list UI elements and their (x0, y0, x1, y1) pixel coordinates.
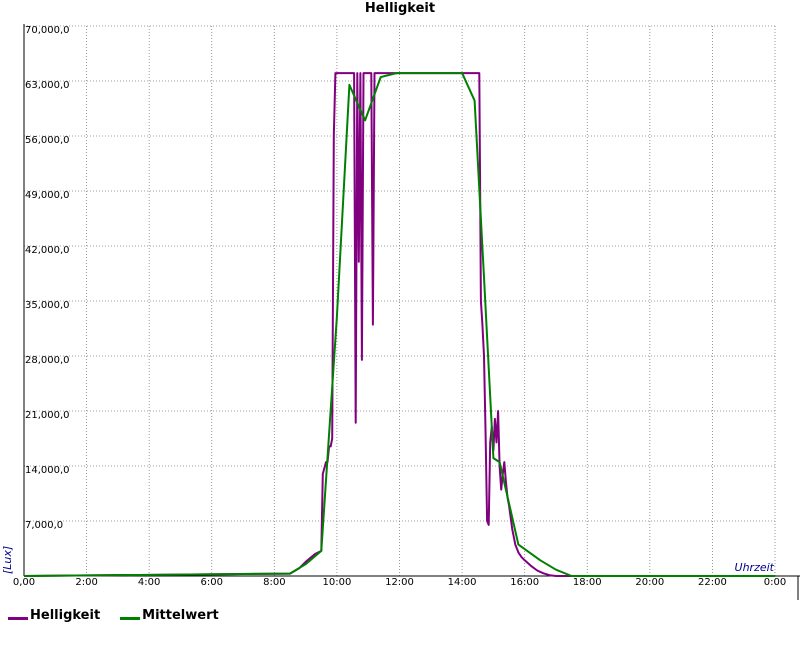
x-tick-label-1: 2:00 (75, 577, 97, 588)
x-tick-label-9: 18:00 (573, 577, 602, 588)
y-tick-label-2: 21,000,0 (25, 410, 70, 421)
legend-label-mittelwert: Mittelwert (142, 608, 219, 623)
legend-swatch-mittelwert (120, 617, 141, 620)
x-tick-label-11: 22:00 (698, 577, 727, 588)
legend-item-mittelwert: Mittelwert (120, 608, 219, 623)
y-tick-label-3: 28,000,0 (25, 355, 70, 366)
chart-title: Helligkeit (365, 1, 435, 16)
legend-item-helligkeit: Helligkeit (8, 608, 100, 623)
legend: Helligkeit Mittelwert (8, 608, 219, 623)
x-tick-label-7: 14:00 (448, 577, 477, 588)
x-tick-label-0: 0,00 (13, 577, 35, 588)
grid (24, 25, 776, 576)
y-tick-label-8: 63,000,0 (25, 80, 70, 91)
y-tick-label-0: 7,000,0 (25, 520, 63, 531)
x-tick-label-10: 20:00 (635, 577, 664, 588)
y-tick-label-4: 35,000,0 (25, 300, 70, 311)
y-tick-label-5: 42,000,0 (25, 245, 70, 256)
x-tick-label-8: 16:00 (510, 577, 539, 588)
x-tick-label-3: 6:00 (201, 577, 223, 588)
legend-swatch-helligkeit (8, 617, 28, 620)
x-tick-label-2: 4:00 (138, 577, 160, 588)
y-tick-label-6: 49,000,0 (25, 190, 70, 201)
x-axis-label: Uhrzeit (735, 561, 775, 574)
x-tick-label-4: 8:00 (263, 577, 285, 588)
y-axis-label: [Lux] (1, 546, 14, 574)
y-tick-label-7: 56,000,0 (25, 135, 70, 146)
legend-label-helligkeit: Helligkeit (30, 608, 101, 623)
y-tick-label-1: 14,000,0 (25, 465, 70, 476)
x-tick-label-5: 10:00 (323, 577, 352, 588)
x-tick-label-12: 0:00 (764, 577, 786, 588)
y-tick-label-9: 70,000,0 (25, 25, 70, 36)
chart: Helligkeit 0,00 2:00 4:00 6:00 8:00 10:00 12:0… (1, 1, 800, 600)
axes (23, 24, 800, 600)
x-tick-label-6: 12:00 (385, 577, 414, 588)
